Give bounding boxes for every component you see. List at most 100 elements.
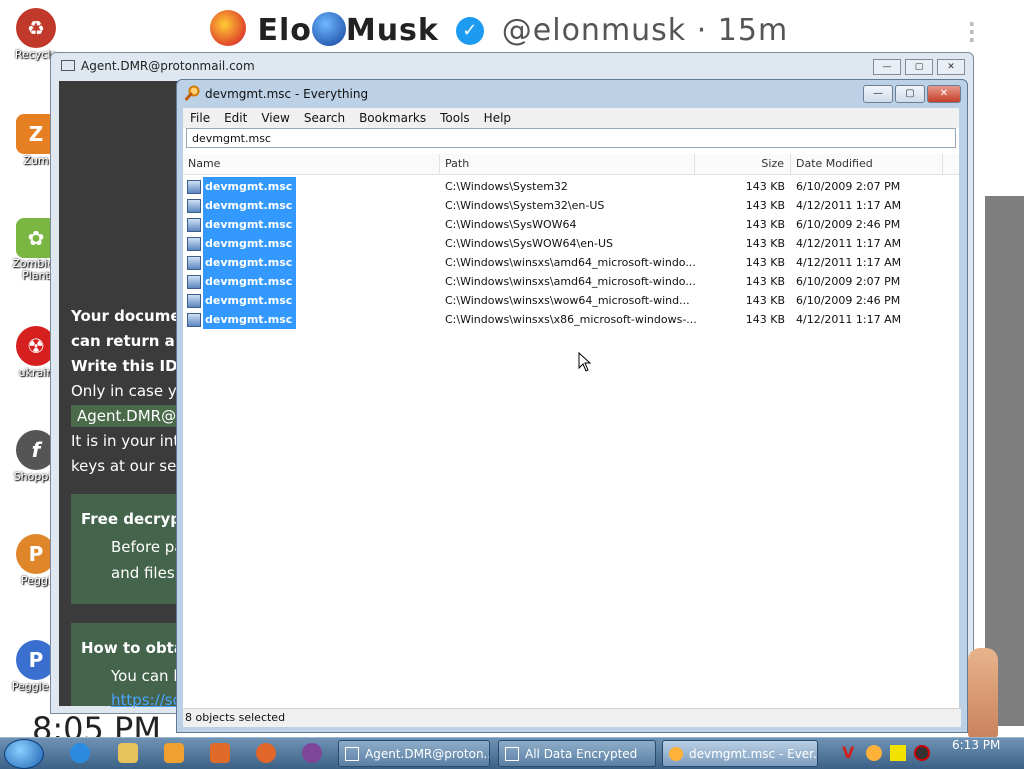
antivirus-tray-icon[interactable]: V — [842, 745, 858, 761]
mail-icon — [61, 60, 75, 71]
ransom-line: Write this ID i — [71, 357, 188, 375]
table-row[interactable]: devmgmt.msc C:\Windows\winsxs\wow64_micr… — [183, 291, 959, 310]
file-name: devmgmt.msc — [203, 215, 297, 234]
close-button[interactable]: ✕ — [927, 85, 961, 103]
tweet-name-left: Elo — [257, 13, 312, 48]
file-path: C:\Windows\winsxs\x86_microsoft-windows-… — [445, 313, 697, 326]
card-title: Free decrypt — [81, 510, 189, 528]
file-name: devmgmt.msc — [203, 310, 297, 329]
card-line: Before pa — [111, 538, 184, 556]
file-path: C:\Windows\winsxs\amd64_microsoft-windo.… — [445, 275, 696, 288]
column-name[interactable]: Name — [183, 154, 440, 174]
file-path: C:\Windows\winsxs\amd64_microsoft-windo.… — [445, 256, 696, 269]
menu-file[interactable]: File — [183, 108, 217, 128]
start-button[interactable] — [4, 739, 44, 769]
name-cell: devmgmt.msc — [187, 272, 297, 291]
taskbar-button-ransom-mail[interactable]: Agent.DMR@proton... — [338, 740, 490, 767]
taskbar: Agent.DMR@proton... All Data Encrypted d… — [0, 737, 1024, 769]
table-row[interactable]: devmgmt.msc C:\Windows\System32 143 KB 6… — [183, 177, 959, 196]
ransom-line: keys at our serv — [71, 457, 192, 475]
file-path: C:\Windows\System32\en-US — [445, 199, 605, 212]
tor-browser-icon[interactable] — [302, 743, 322, 763]
everything-tray-icon[interactable] — [866, 745, 882, 761]
table-row[interactable]: devmgmt.msc C:\Windows\SysWOW64\en-US 14… — [183, 234, 959, 253]
menu-edit[interactable]: Edit — [217, 108, 254, 128]
msc-file-icon — [187, 236, 201, 251]
file-size: 143 KB — [745, 294, 785, 307]
column-date-modified[interactable]: Date Modified — [791, 154, 943, 174]
internet-explorer-icon[interactable] — [70, 743, 90, 763]
file-size: 143 KB — [745, 199, 785, 212]
clock[interactable]: 6:13 PM — [952, 738, 1000, 769]
menu-tools[interactable]: Tools — [433, 108, 477, 128]
name-cell: devmgmt.msc — [187, 234, 297, 253]
column-size[interactable]: Size — [695, 154, 791, 174]
everything-window-controls: — ▢ ✕ — [863, 85, 961, 103]
magnifier-icon — [185, 85, 200, 101]
card-title: How to obtai — [81, 639, 190, 657]
file-path: C:\Windows\SysWOW64\en-US — [445, 237, 613, 250]
name-cell: devmgmt.msc — [187, 177, 297, 196]
more-options-icon: · · · — [968, 12, 976, 52]
name-cell: devmgmt.msc — [187, 196, 297, 215]
file-name: devmgmt.msc — [203, 234, 297, 253]
name-cell: devmgmt.msc — [187, 291, 297, 310]
mail-window-icon — [345, 747, 359, 761]
file-name: devmgmt.msc — [203, 177, 297, 196]
column-path[interactable]: Path — [440, 154, 695, 174]
ransom-window-controls: — ▢ ✕ — [873, 59, 965, 75]
maximize-button[interactable]: ▢ — [895, 85, 925, 103]
table-row[interactable]: devmgmt.msc C:\Windows\SysWOW64 143 KB 6… — [183, 215, 959, 234]
menu-view[interactable]: View — [254, 108, 296, 128]
folder-icon[interactable] — [118, 743, 138, 763]
everything-title: devmgmt.msc - Everything — [205, 87, 369, 101]
card-link[interactable]: https://so — [111, 691, 182, 709]
close-button[interactable]: ✕ — [937, 59, 965, 75]
menu-search[interactable]: Search — [297, 108, 352, 128]
file-path: C:\Windows\SysWOW64 — [445, 218, 577, 231]
taskbar-button-all-data-encrypted[interactable]: All Data Encrypted — [498, 740, 656, 767]
menu-help[interactable]: Help — [477, 108, 518, 128]
ransom-line: can return all — [71, 332, 186, 350]
minimize-button[interactable]: — — [873, 59, 901, 75]
name-cell: devmgmt.msc — [187, 215, 297, 234]
file-date: 6/10/2009 2:07 PM — [796, 275, 901, 288]
mouse-cursor-icon — [578, 352, 592, 372]
taskbar-button-label: devmgmt.msc - Ever... — [689, 747, 818, 761]
media-player-icon[interactable] — [164, 743, 184, 763]
table-row[interactable]: devmgmt.msc C:\Windows\winsxs\x86_micros… — [183, 310, 959, 329]
globe-icon — [311, 12, 346, 46]
msc-file-icon — [187, 179, 201, 194]
file-name: devmgmt.msc — [203, 196, 297, 215]
firefox-icon[interactable] — [256, 743, 276, 763]
verified-badge-icon: ✓ — [456, 17, 485, 45]
search-input[interactable]: devmgmt.msc — [186, 128, 956, 148]
everything-titlebar[interactable]: devmgmt.msc - Everything — ▢ ✕ — [177, 80, 967, 108]
taskbar-button-everything[interactable]: devmgmt.msc - Ever... — [662, 740, 818, 767]
column-header: Name Path Size Date Modified — [183, 154, 959, 175]
name-cell: devmgmt.msc — [187, 253, 297, 272]
table-row[interactable]: devmgmt.msc C:\Windows\System32\en-US 14… — [183, 196, 959, 215]
ransom-line: Your documen — [71, 307, 192, 325]
file-size: 143 KB — [745, 218, 785, 231]
file-date: 6/10/2009 2:46 PM — [796, 294, 901, 307]
puzzle-app-icon[interactable] — [210, 743, 230, 763]
file-size: 143 KB — [745, 256, 785, 269]
msc-file-icon — [187, 255, 201, 270]
record-tray-icon[interactable] — [914, 745, 930, 761]
maximize-button[interactable]: ▢ — [905, 59, 933, 75]
table-row[interactable]: devmgmt.msc C:\Windows\winsxs\amd64_micr… — [183, 253, 959, 272]
table-row[interactable]: devmgmt.msc C:\Windows\winsxs\amd64_micr… — [183, 272, 959, 291]
msc-file-icon — [187, 198, 201, 213]
minimize-button[interactable]: — — [863, 85, 893, 103]
menu-bar: File Edit View Search Bookmarks Tools He… — [183, 108, 959, 128]
notes-tray-icon[interactable] — [890, 745, 906, 761]
desktop-sprite-image — [968, 648, 998, 738]
menu-bookmarks[interactable]: Bookmarks — [352, 108, 433, 128]
tweet-handle: @elonmusk · 15m — [501, 13, 789, 48]
card-line: You can b — [111, 667, 183, 685]
everything-search-icon — [669, 747, 683, 761]
recycle-bin-icon: ♻ — [16, 8, 56, 48]
file-size: 143 KB — [745, 237, 785, 250]
everything-window[interactable]: devmgmt.msc - Everything — ▢ ✕ File Edit… — [176, 79, 968, 733]
